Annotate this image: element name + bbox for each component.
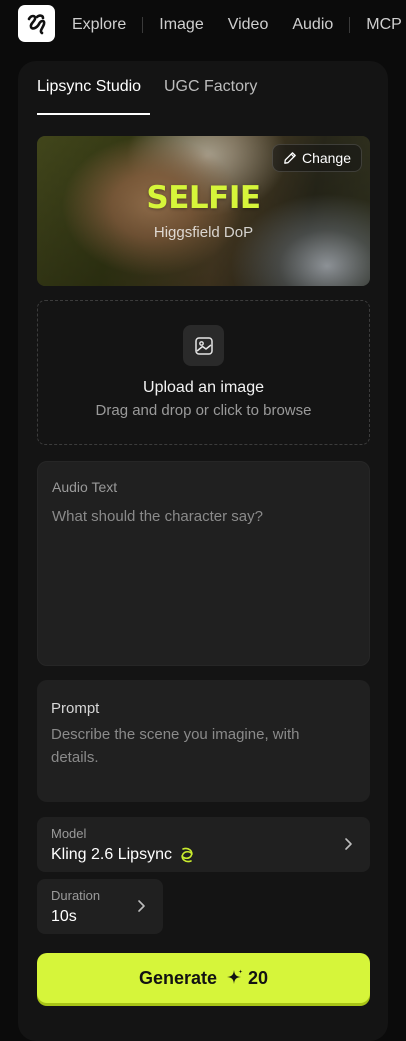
tab-bar: Lipsync Studio UGC Factory — [37, 61, 257, 117]
preset-title: SELFIE — [146, 180, 261, 216]
prompt-input[interactable]: Describe the scene you imagine, with det… — [51, 723, 351, 769]
duration-selector[interactable]: Duration 10s — [37, 879, 163, 934]
nav-audio[interactable]: Audio — [292, 16, 333, 34]
top-nav: Explore Image Video Audio MCP — [0, 0, 406, 50]
upload-title: Upload an image — [143, 379, 264, 396]
generate-cost-value: 20 — [248, 967, 269, 988]
audio-text-label: Audio Text — [52, 479, 118, 495]
nav-mcp[interactable]: MCP — [366, 16, 402, 34]
image-upload-dropzone[interactable]: Upload an image Drag and drop or click t… — [37, 300, 370, 445]
chevron-right-icon — [345, 838, 352, 850]
pencil-icon — [284, 152, 296, 164]
app-logo[interactable] — [18, 5, 55, 42]
prompt-label: Prompt — [51, 700, 100, 717]
nav-video[interactable]: Video — [228, 16, 269, 34]
nav-divider — [142, 17, 144, 33]
preset-subtitle: Higgsfield DoP — [153, 224, 254, 241]
nav-image[interactable]: Image — [159, 16, 203, 34]
sparkle-icon — [227, 969, 243, 984]
nav-divider — [349, 17, 351, 33]
generate-cost: 20 — [225, 968, 268, 989]
prompt-field[interactable]: Prompt Describe the scene you imagine, w… — [37, 680, 370, 802]
tab-lipsync-studio[interactable]: Lipsync Studio — [37, 61, 150, 115]
upload-subtitle: Drag and drop or click to browse — [95, 402, 312, 419]
image-icon — [183, 325, 224, 366]
logo-icon — [27, 13, 45, 34]
tab-ugc-factory[interactable]: UGC Factory — [164, 61, 257, 115]
change-label: Change — [301, 150, 351, 166]
nav-explore[interactable]: Explore — [72, 16, 126, 34]
audio-text-input[interactable]: What should the character say? — [52, 508, 263, 525]
duration-value: 10s — [51, 908, 77, 925]
lipsync-panel: Lipsync Studio UGC Factory SELFIE Higgsf… — [18, 61, 388, 1041]
generate-button[interactable]: Generate 20 — [37, 953, 370, 1003]
kling-logo-icon — [181, 847, 193, 863]
model-selector[interactable]: Model Kling 2.6 Lipsync — [37, 817, 370, 872]
model-label: Model — [51, 826, 87, 841]
duration-label: Duration — [51, 888, 101, 903]
chevron-right-icon — [138, 900, 145, 912]
generate-label: Generate — [138, 967, 217, 988]
model-value: Kling 2.6 Lipsync — [51, 846, 172, 863]
audio-text-field[interactable]: Audio Text What should the character say… — [37, 461, 370, 666]
change-preset-button[interactable]: Change — [271, 144, 362, 172]
nav-items: Explore Image Video Audio MCP — [72, 0, 402, 50]
preset-card[interactable]: SELFIE Higgsfield DoP Change — [37, 136, 370, 286]
